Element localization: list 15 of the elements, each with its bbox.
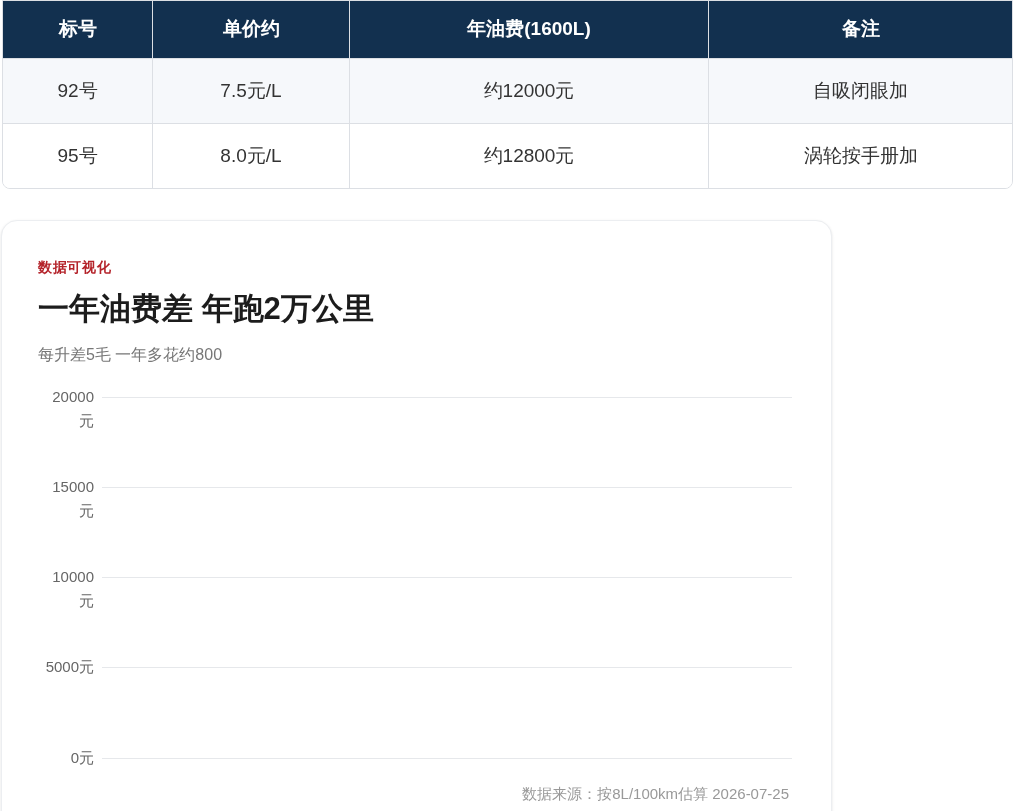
y-axis-label: 20000元 [51,386,94,431]
chart-subtitle: 每升差5毛 一年多花约800 [38,344,224,365]
y-axis-label: 10000元 [51,567,94,611]
table-cell-text: 95号 [56,143,99,168]
table-cell-text: 92号 [56,78,99,103]
eyebrow-label: 数据可视化 [38,258,113,277]
column-header: 标号 [57,17,98,42]
y-axis-label: 0元 [69,747,94,768]
chart-title: 一年油费差 年跑2万公里 [38,290,375,328]
source-note: 数据来源：按8L/100km估算 2026-07-25 [521,783,790,804]
y-axis-label: 5000元 [44,657,94,678]
table-cell: 涡轮按手册加 [708,124,1012,188]
y-axis-label: 15000元 [51,476,94,521]
table-cell: 约12800元 [349,124,708,188]
table-cell: 8.0元/L [152,124,349,188]
